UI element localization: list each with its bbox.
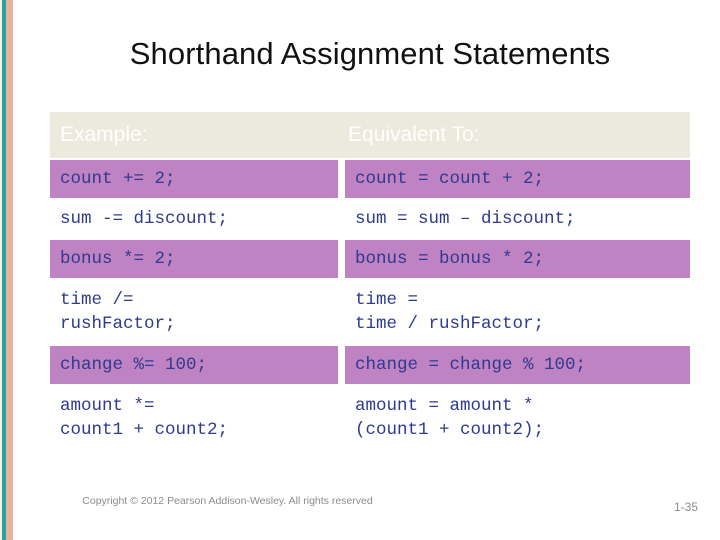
- column-header-example: Example:: [50, 112, 338, 158]
- cell-example: amount *= count1 + count2;: [50, 386, 338, 450]
- cell-equivalent: sum = sum – discount;: [345, 200, 690, 238]
- shorthand-assignment-table: Example: Equivalent To: count += 2; coun…: [50, 112, 690, 450]
- column-header-equivalent: Equivalent To:: [338, 112, 690, 158]
- cell-equivalent: time = time / rushFactor;: [345, 280, 690, 344]
- table-row: change %= 100; change = change % 100;: [50, 346, 690, 384]
- page-title: Shorthand Assignment Statements: [129, 36, 611, 71]
- table-row: amount *= count1 + count2; amount = amou…: [50, 386, 690, 450]
- slide-number: 1-35: [673, 500, 698, 514]
- cell-example: bonus *= 2;: [50, 240, 338, 278]
- table-row: bonus *= 2; bonus = bonus * 2;: [50, 240, 690, 278]
- table-header-row: Example: Equivalent To:: [50, 112, 690, 158]
- cell-equivalent: amount = amount * (count1 + count2);: [345, 386, 690, 450]
- table-row: sum -= discount; sum = sum – discount;: [50, 200, 690, 238]
- cell-example: time /= rushFactor;: [50, 280, 338, 344]
- edge-stripe-salmon: [6, 0, 13, 540]
- cell-equivalent: change = change % 100;: [345, 346, 690, 384]
- copyright-notice: Copyright © 2012 Pearson Addison-Wesley.…: [82, 495, 373, 507]
- cell-example: count += 2;: [50, 160, 338, 198]
- table-row: time /= rushFactor; time = time / rushFa…: [50, 280, 690, 344]
- cell-example: change %= 100;: [50, 346, 338, 384]
- cell-equivalent: bonus = bonus * 2;: [345, 240, 690, 278]
- table-row: count += 2; count = count + 2;: [50, 160, 690, 198]
- cell-equivalent: count = count + 2;: [345, 160, 690, 198]
- cell-example: sum -= discount;: [50, 200, 338, 238]
